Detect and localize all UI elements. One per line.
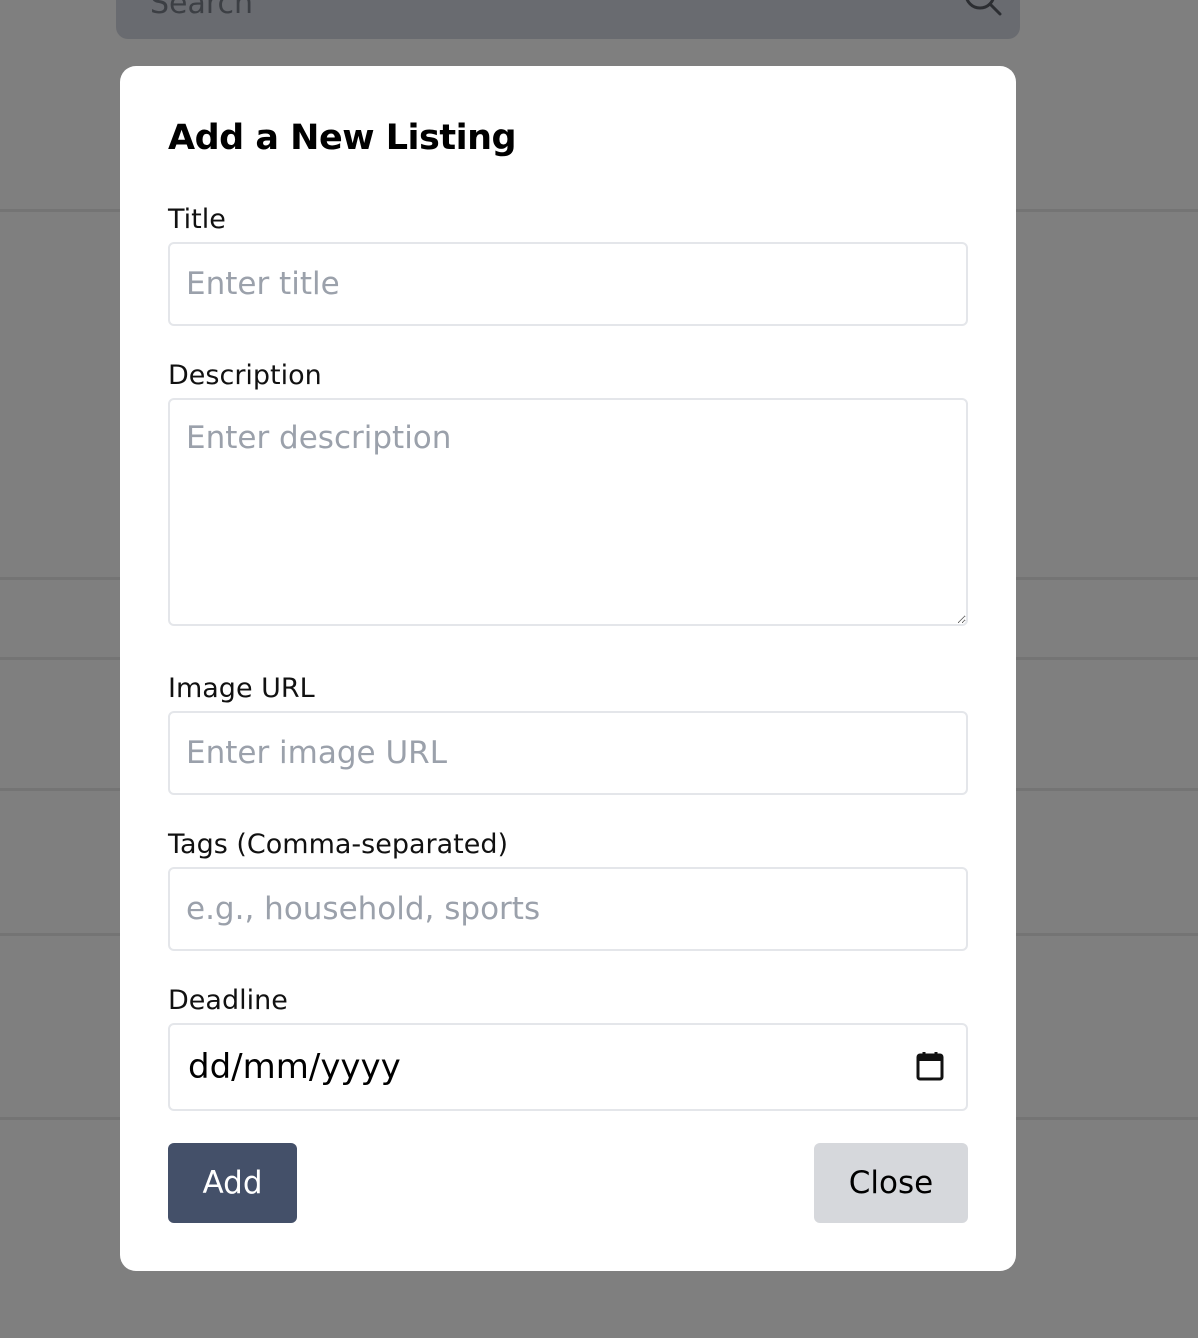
image-url-input[interactable]	[168, 711, 968, 795]
title-label: Title	[168, 204, 226, 235]
tags-label: Tags (Comma-separated)	[168, 829, 509, 860]
description-label: Description	[168, 360, 322, 391]
search-icon	[965, 0, 1002, 16]
add-button[interactable]: Add	[168, 1143, 297, 1223]
image-url-label: Image URL	[168, 673, 315, 704]
modal-title: Add a New Listing	[168, 118, 517, 158]
deadline-label: Deadline	[168, 985, 288, 1016]
deadline-date-value[interactable]: dd/mm/yyyy	[188, 1047, 401, 1087]
calendar-icon[interactable]	[916, 1051, 944, 1081]
close-button[interactable]: Close	[814, 1143, 968, 1223]
deadline-date-input[interactable]: dd/mm/yyyy	[168, 1023, 968, 1111]
tags-input[interactable]	[168, 867, 968, 951]
description-textarea[interactable]	[168, 398, 968, 626]
background-search-bar: Search	[116, 0, 1020, 39]
title-input[interactable]	[168, 242, 968, 326]
background-search-placeholder: Search	[150, 0, 254, 21]
add-listing-modal: Add a New Listing Title Description Imag…	[120, 66, 1016, 1271]
